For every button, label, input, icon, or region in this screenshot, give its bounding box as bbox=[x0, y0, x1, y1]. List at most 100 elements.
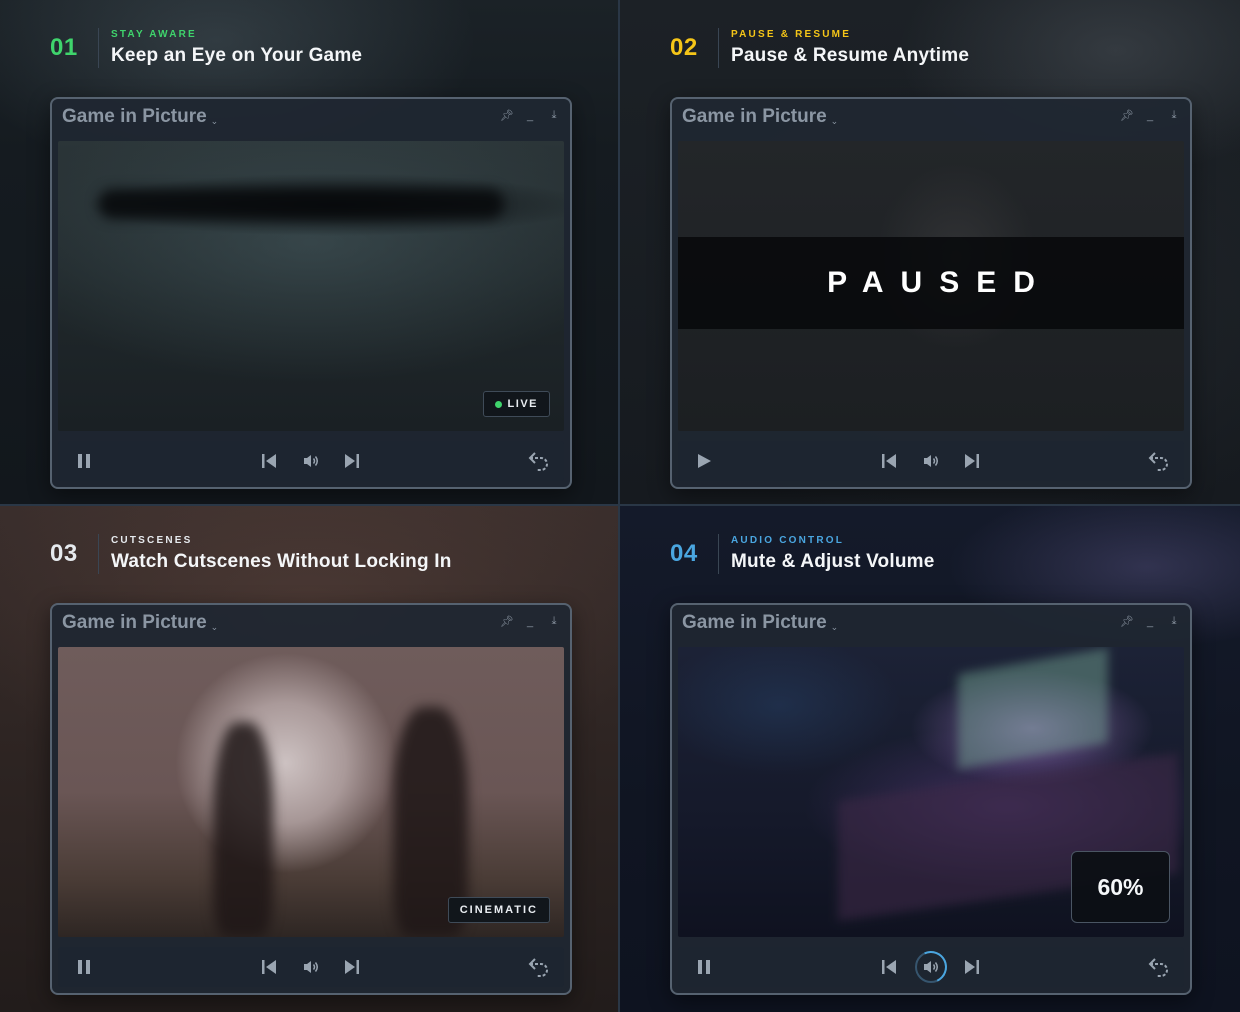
return-to-game-button[interactable] bbox=[528, 956, 550, 978]
header-divider bbox=[98, 28, 99, 68]
game-in-picture-window[interactable]: Game in Picture ⌄ 📌︎ _ ⤓ 60% bbox=[670, 603, 1192, 995]
volume-icon bbox=[924, 455, 938, 467]
feature-title: Pause & Resume Anytime bbox=[731, 45, 970, 66]
minimize-icon[interactable]: _ bbox=[1144, 110, 1156, 122]
panel-header: 02 PAUSE & RESUME Pause & Resume Anytime bbox=[670, 28, 969, 68]
skip-previous-icon bbox=[262, 454, 276, 468]
window-titlebar[interactable]: Game in Picture ⌄ 📌︎ _ ⤓ bbox=[672, 605, 1190, 641]
pin-icon[interactable]: 📌︎ bbox=[1120, 615, 1134, 628]
return-to-game-button[interactable] bbox=[1148, 956, 1170, 978]
window-titlebar[interactable]: Game in Picture ⌄ 📌︎ _ ⤓ bbox=[672, 99, 1190, 135]
pin-icon[interactable]: 📌︎ bbox=[500, 615, 514, 628]
skip-next-icon bbox=[345, 454, 359, 468]
panel-header: 01 STAY AWARE Keep an Eye on Your Game bbox=[50, 28, 362, 68]
pause-button[interactable] bbox=[74, 451, 94, 471]
volume-icon bbox=[304, 961, 318, 973]
game-viewport[interactable]: PAUSED bbox=[678, 141, 1184, 431]
playback-controls bbox=[678, 947, 1184, 987]
paused-overlay: PAUSED bbox=[678, 237, 1184, 329]
pause-icon bbox=[78, 960, 90, 974]
feature-title: Mute & Adjust Volume bbox=[731, 551, 935, 572]
download-icon[interactable]: ⤓ bbox=[548, 109, 560, 122]
volume-icon bbox=[304, 455, 318, 467]
feature-number: 01 bbox=[50, 34, 78, 61]
window-titlebar[interactable]: Game in Picture ⌄ 📌︎ _ ⤓ bbox=[52, 99, 570, 135]
pin-icon[interactable]: 📌︎ bbox=[500, 109, 514, 122]
return-to-game-button[interactable] bbox=[528, 450, 550, 472]
live-dot-icon bbox=[494, 400, 502, 408]
skip-previous-icon bbox=[262, 960, 276, 974]
window-titlebar[interactable]: Game in Picture ⌄ 📌︎ _ ⤓ bbox=[52, 605, 570, 641]
return-to-game-icon bbox=[528, 452, 548, 471]
volume-button[interactable] bbox=[920, 450, 942, 472]
game-in-picture-window[interactable]: Game in Picture ⌄ 📌︎ _ ⤓ PAUSED bbox=[670, 97, 1192, 489]
minimize-icon[interactable]: _ bbox=[1144, 616, 1156, 628]
panel-header: 03 CUTSCENES Watch Cutscenes Without Loc… bbox=[50, 534, 452, 574]
feature-kicker: CUTSCENES bbox=[111, 535, 193, 546]
pause-icon bbox=[698, 960, 710, 974]
window-title: Game in Picture bbox=[62, 106, 207, 127]
chevron-down-icon[interactable]: ⌄ bbox=[211, 622, 219, 633]
feature-panel-cutscenes: 03 CUTSCENES Watch Cutscenes Without Loc… bbox=[0, 506, 620, 1012]
skip-previous-button[interactable] bbox=[880, 452, 898, 470]
skip-next-button[interactable] bbox=[343, 958, 361, 976]
skip-previous-button[interactable] bbox=[260, 958, 278, 976]
minimize-icon[interactable]: _ bbox=[524, 616, 536, 628]
skip-next-button[interactable] bbox=[963, 452, 981, 470]
download-icon[interactable]: ⤓ bbox=[1168, 109, 1180, 122]
skip-next-button[interactable] bbox=[343, 452, 361, 470]
skip-next-icon bbox=[965, 960, 979, 974]
cinematic-badge: CINEMATIC bbox=[447, 897, 550, 923]
mixing-console-screen bbox=[958, 647, 1108, 770]
window-title: Game in Picture bbox=[682, 612, 827, 633]
game-in-picture-window[interactable]: Game in Picture ⌄ 📌︎ _ ⤓ CINEMATIC bbox=[50, 603, 572, 995]
game-viewport[interactable]: CINEMATIC bbox=[58, 647, 564, 937]
chevron-down-icon[interactable]: ⌄ bbox=[831, 116, 839, 127]
feature-title: Watch Cutscenes Without Locking In bbox=[111, 551, 452, 572]
header-divider bbox=[718, 28, 719, 68]
game-viewport[interactable]: 60% bbox=[678, 647, 1184, 937]
playback-controls bbox=[678, 441, 1184, 481]
pause-button[interactable] bbox=[694, 957, 714, 977]
window-title: Game in Picture bbox=[682, 106, 827, 127]
feature-panel-audio-control: 04 AUDIO CONTROL Mute & Adjust Volume Ga… bbox=[620, 506, 1240, 1012]
feature-title: Keep an Eye on Your Game bbox=[111, 45, 363, 66]
return-to-game-icon bbox=[1148, 958, 1168, 977]
volume-button[interactable] bbox=[300, 956, 322, 978]
skip-previous-button[interactable] bbox=[880, 958, 898, 976]
feature-grid: 01 STAY AWARE Keep an Eye on Your Game G… bbox=[0, 0, 1240, 1012]
chevron-down-icon[interactable]: ⌄ bbox=[831, 622, 839, 633]
feature-panel-pause-resume: 02 PAUSE & RESUME Pause & Resume Anytime… bbox=[620, 0, 1240, 506]
live-label: LIVE bbox=[507, 398, 538, 410]
play-button[interactable] bbox=[694, 451, 714, 471]
chevron-down-icon[interactable]: ⌄ bbox=[211, 116, 219, 127]
game-in-picture-window[interactable]: Game in Picture ⌄ 📌︎ _ ⤓ LIVE bbox=[50, 97, 572, 489]
minimize-icon[interactable]: _ bbox=[524, 110, 536, 122]
return-to-game-icon bbox=[1148, 452, 1168, 471]
header-divider bbox=[98, 534, 99, 574]
volume-icon bbox=[924, 961, 938, 973]
live-badge: LIVE bbox=[482, 391, 550, 417]
return-to-game-icon bbox=[528, 958, 548, 977]
download-icon[interactable]: ⤓ bbox=[1168, 615, 1180, 628]
skip-next-button[interactable] bbox=[963, 958, 981, 976]
volume-button[interactable] bbox=[300, 450, 322, 472]
download-icon[interactable]: ⤓ bbox=[548, 615, 560, 628]
skip-next-icon bbox=[345, 960, 359, 974]
feature-kicker: STAY AWARE bbox=[111, 29, 197, 40]
skip-previous-icon bbox=[882, 454, 896, 468]
pause-button[interactable] bbox=[74, 957, 94, 977]
skip-previous-button[interactable] bbox=[260, 452, 278, 470]
game-viewport[interactable]: LIVE bbox=[58, 141, 564, 431]
playback-controls bbox=[58, 947, 564, 987]
skip-next-icon bbox=[965, 454, 979, 468]
feature-panel-stay-aware: 01 STAY AWARE Keep an Eye on Your Game G… bbox=[0, 0, 620, 506]
volume-button[interactable] bbox=[915, 951, 947, 983]
pin-icon[interactable]: 📌︎ bbox=[1120, 109, 1134, 122]
feature-kicker: PAUSE & RESUME bbox=[731, 29, 852, 40]
header-divider bbox=[718, 534, 719, 574]
feature-number: 04 bbox=[670, 540, 698, 567]
return-to-game-button[interactable] bbox=[1148, 450, 1170, 472]
feature-number: 03 bbox=[50, 540, 78, 567]
pause-icon bbox=[78, 454, 90, 468]
